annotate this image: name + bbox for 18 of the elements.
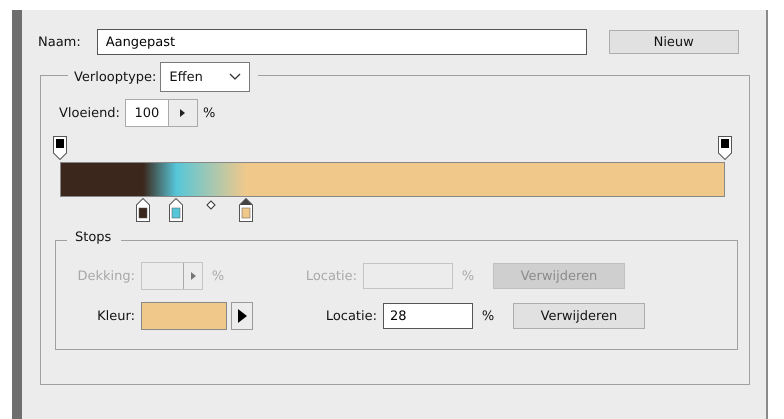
color-location-field[interactable]: 28 bbox=[383, 303, 473, 329]
percent-unit: % bbox=[210, 268, 226, 284]
color-label: Kleur: bbox=[96, 308, 135, 324]
name-label: Naam: bbox=[38, 34, 81, 50]
gradient-type-label: Verlooptype: bbox=[74, 70, 156, 84]
location-label: Locatie: bbox=[304, 268, 357, 284]
name-field[interactable]: Aangepast bbox=[96, 29, 587, 55]
percent-unit: % bbox=[480, 308, 496, 324]
new-button[interactable]: Nieuw bbox=[608, 30, 739, 54]
delete-button[interactable]: Verwijderen bbox=[513, 303, 645, 329]
gradient-type-dropdown[interactable]: Effen bbox=[160, 62, 250, 92]
opacity-label: Dekking: bbox=[76, 268, 135, 284]
location-label: Locatie: bbox=[324, 308, 377, 324]
smoothness-field[interactable]: 100 bbox=[124, 99, 198, 127]
smoothness-label: Vloeiend: bbox=[59, 106, 120, 120]
stops-title: Stops bbox=[67, 230, 122, 245]
percent-unit: % bbox=[460, 268, 476, 284]
percent-unit: % bbox=[202, 106, 216, 120]
